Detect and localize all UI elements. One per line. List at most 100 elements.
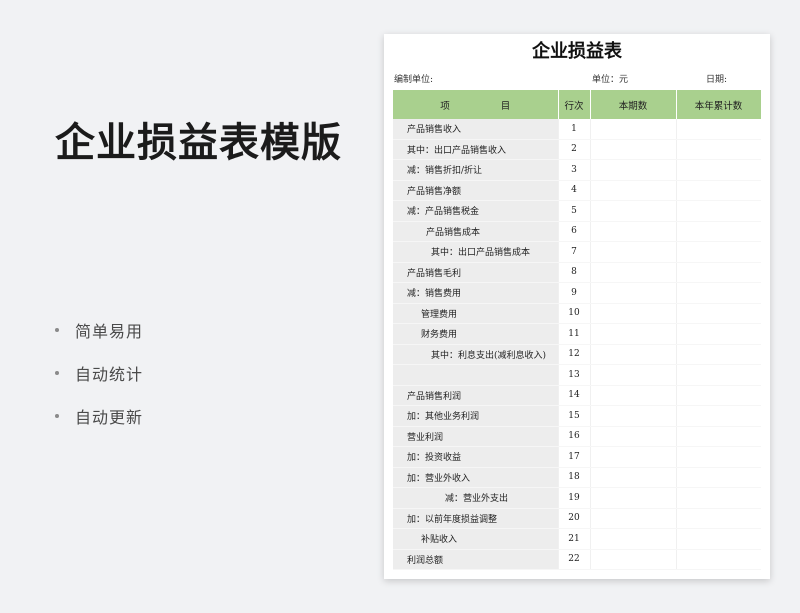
year-to-date-cell[interactable] <box>675 508 761 529</box>
year-to-date-cell[interactable] <box>675 323 761 345</box>
table-row: 减：营业外支出 19 <box>393 487 761 509</box>
line-number-cell: 10 <box>557 303 590 324</box>
column-header-year-to-date: 本年累计数 <box>676 90 762 119</box>
item-label-cell <box>393 364 558 386</box>
year-to-date-cell[interactable] <box>675 446 761 468</box>
year-to-date-cell[interactable] <box>675 426 761 447</box>
current-period-cell[interactable] <box>589 303 676 324</box>
line-number-cell: 4 <box>557 180 590 201</box>
item-label-cell: 加：以前年度损益调整 <box>393 508 558 529</box>
table-row: 补贴收入 21 <box>393 528 761 550</box>
item-label-cell: 产品销售毛利 <box>393 262 558 283</box>
table-row: 产品销售利润 14 <box>393 385 761 406</box>
year-to-date-cell[interactable] <box>675 221 761 242</box>
line-number-cell: 15 <box>557 405 590 427</box>
table-row: 产品销售净额 4 <box>393 180 761 201</box>
item-label-cell: 其中：出口产品销售成本 <box>393 241 558 263</box>
item-label-cell: 加：投资收益 <box>393 446 558 468</box>
column-header-item-right: 目 <box>500 100 511 112</box>
year-to-date-cell[interactable] <box>675 200 761 222</box>
year-to-date-cell[interactable] <box>675 549 761 570</box>
item-label-cell: 减：营业外支出 <box>393 487 558 509</box>
current-period-cell[interactable] <box>589 200 676 222</box>
year-to-date-cell[interactable] <box>675 364 761 386</box>
line-number-cell: 20 <box>557 508 590 529</box>
year-to-date-cell[interactable] <box>675 467 761 488</box>
current-period-cell[interactable] <box>589 159 676 181</box>
column-header-line-no: 行次 <box>558 90 591 119</box>
current-period-cell[interactable] <box>589 180 676 201</box>
item-label-cell: 减：产品销售税金 <box>393 200 558 222</box>
bullet-icon <box>55 327 59 332</box>
item-label-cell: 产品销售净额 <box>393 180 558 201</box>
line-number-cell: 8 <box>557 262 590 283</box>
item-label-cell: 营业利润 <box>393 426 558 447</box>
table-row: 减：产品销售税金 5 <box>393 200 761 222</box>
item-label-cell: 减：销售折扣/折让 <box>393 159 558 181</box>
column-header-item: 项 目 <box>393 90 559 119</box>
current-period-cell[interactable] <box>589 262 676 283</box>
table-row: 其中：出口产品销售成本 7 <box>393 241 761 263</box>
current-period-cell[interactable] <box>589 323 676 345</box>
year-to-date-cell[interactable] <box>675 159 761 181</box>
income-statement-sheet: 企业损益表 编制单位: 单位：元 日期: 项 目 行次 本期数 本年累计数 产品… <box>384 34 770 579</box>
current-period-cell[interactable] <box>589 508 676 529</box>
year-to-date-cell[interactable] <box>675 487 761 509</box>
current-period-cell[interactable] <box>589 282 676 304</box>
year-to-date-cell[interactable] <box>675 282 761 304</box>
year-to-date-cell[interactable] <box>675 344 761 365</box>
column-header-item-left: 项 <box>440 100 450 112</box>
item-label-cell: 其中：出口产品销售收入 <box>393 139 558 160</box>
year-to-date-cell[interactable] <box>675 528 761 550</box>
year-to-date-cell[interactable] <box>675 119 761 140</box>
year-to-date-cell[interactable] <box>675 405 761 427</box>
feature-list: 简单易用 自动统计 自动更新 <box>55 308 143 437</box>
item-label-cell: 加：其他业务利润 <box>393 405 558 427</box>
year-to-date-cell[interactable] <box>675 139 761 160</box>
item-label-cell: 产品销售利润 <box>393 385 558 406</box>
year-to-date-cell[interactable] <box>675 385 761 406</box>
ledger-table: 项 目 行次 本期数 本年累计数 产品销售收入 1 其中：出口产品销售收入 2 减：销售… <box>393 90 762 570</box>
current-period-cell[interactable] <box>589 487 676 509</box>
current-period-cell[interactable] <box>589 119 676 140</box>
table-row: 加：投资收益 17 <box>393 446 761 468</box>
table-header-row: 项 目 行次 本期数 本年累计数 <box>393 90 762 119</box>
line-number-cell: 6 <box>557 221 590 242</box>
feature-label: 自动统计 <box>75 364 144 384</box>
item-label-cell: 减：销售费用 <box>393 282 558 304</box>
year-to-date-cell[interactable] <box>675 180 761 201</box>
current-period-cell[interactable] <box>589 139 676 160</box>
line-number-cell: 5 <box>557 200 590 222</box>
feature-item: 自动更新 <box>55 394 143 437</box>
sheet-title: 企业损益表 <box>532 41 622 62</box>
current-period-cell[interactable] <box>589 467 676 488</box>
current-period-cell[interactable] <box>589 446 676 468</box>
current-period-cell[interactable] <box>589 344 676 365</box>
line-number-cell: 19 <box>557 487 590 509</box>
current-period-cell[interactable] <box>589 241 676 263</box>
line-number-cell: 7 <box>557 241 590 263</box>
feature-label: 自动更新 <box>75 407 144 427</box>
line-number-cell: 2 <box>557 139 590 160</box>
current-period-cell[interactable] <box>589 405 676 427</box>
line-number-cell: 1 <box>557 119 590 140</box>
current-period-cell[interactable] <box>589 426 676 447</box>
year-to-date-cell[interactable] <box>675 303 761 324</box>
current-period-cell[interactable] <box>589 364 676 386</box>
table-row: 利润总额 22 <box>393 549 761 570</box>
year-to-date-cell[interactable] <box>675 262 761 283</box>
current-period-cell[interactable] <box>589 528 676 550</box>
current-period-cell[interactable] <box>589 221 676 242</box>
line-number-cell: 22 <box>557 549 590 570</box>
item-label-cell: 其中：利息支出(减利息收入) <box>393 344 558 365</box>
current-period-cell[interactable] <box>589 385 676 406</box>
year-to-date-cell[interactable] <box>675 241 761 263</box>
item-label-cell: 产品销售收入 <box>393 119 558 140</box>
current-period-cell[interactable] <box>589 549 676 570</box>
table-row: 其中：利息支出(减利息收入) 12 <box>393 344 761 365</box>
line-number-cell: 14 <box>557 385 590 406</box>
preparer-label: 编制单位: <box>394 75 434 85</box>
item-label-cell: 利润总额 <box>393 549 558 570</box>
feature-item: 自动统计 <box>55 351 143 394</box>
table-row: 管理费用 10 <box>393 303 761 324</box>
